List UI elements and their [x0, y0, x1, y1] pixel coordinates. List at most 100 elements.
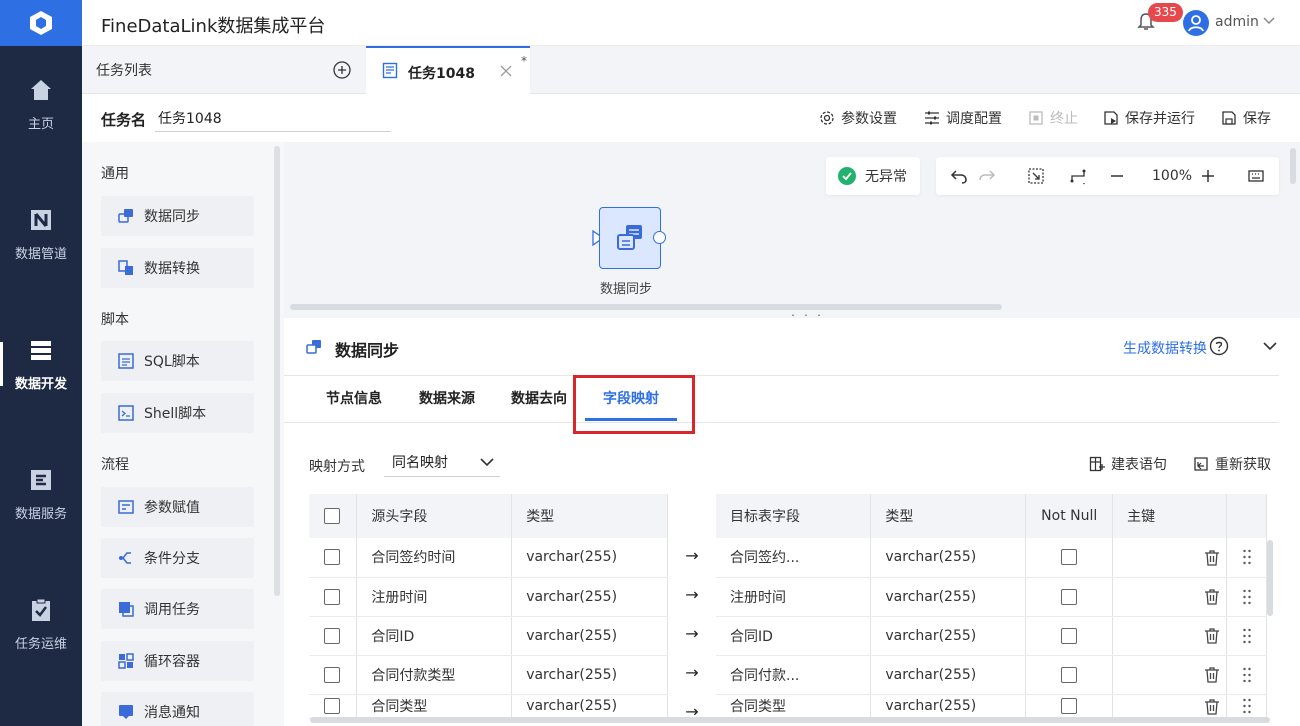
- target-type[interactable]: varchar(255): [870, 655, 1027, 695]
- chevron-down-icon[interactable]: [480, 458, 494, 467]
- zoom-out-icon[interactable]: [1108, 167, 1126, 185]
- table-row[interactable]: 合同付款... varchar(255): [716, 655, 1267, 695]
- drag-handle-icon[interactable]: [1242, 667, 1252, 683]
- table-v-scrollbar[interactable]: [1267, 540, 1273, 616]
- target-field[interactable]: 合同类型: [716, 694, 872, 719]
- data-sync-node[interactable]: [599, 207, 661, 269]
- table-row[interactable]: 合同付款类型 varchar(255): [309, 655, 668, 695]
- canvas-h-scrollbar[interactable]: [290, 304, 1002, 310]
- fit-view-icon[interactable]: [1027, 167, 1045, 185]
- palette-item-notification[interactable]: 消息通知: [101, 692, 254, 726]
- tab-task-1048[interactable]: 任务1048 *: [366, 46, 530, 94]
- plus-circle-icon[interactable]: [333, 61, 351, 79]
- palette-scrollbar[interactable]: [274, 146, 280, 596]
- chevron-down-icon[interactable]: [1262, 339, 1278, 353]
- target-type[interactable]: varchar(255): [870, 577, 1027, 617]
- table-row[interactable]: 合同ID varchar(255): [716, 616, 1267, 656]
- trash-icon[interactable]: [1204, 627, 1220, 644]
- keyboard-icon[interactable]: [1247, 167, 1265, 185]
- table-row[interactable]: 合同签约... varchar(255): [716, 538, 1267, 578]
- tab-node-info[interactable]: 节点信息: [326, 388, 382, 408]
- palette-item-condition[interactable]: 条件分支: [101, 538, 254, 578]
- table-row[interactable]: 合同类型 varchar(255): [309, 694, 668, 719]
- drag-handle-icon[interactable]: [1242, 589, 1252, 605]
- target-type[interactable]: varchar(255): [870, 616, 1027, 656]
- nav-item-home[interactable]: 主页: [0, 54, 82, 154]
- not-null-cell: [1025, 538, 1114, 578]
- flow-canvas[interactable]: 无异常 100% 数据同步 ⋮⋮⋮: [284, 142, 1300, 326]
- create-table-sql-button[interactable]: 建表语句: [1089, 454, 1167, 474]
- tab-task-list[interactable]: 任务列表: [82, 46, 366, 94]
- palette-item-data-transform[interactable]: 数据转换: [101, 248, 254, 288]
- not-null-checkbox[interactable]: [1061, 666, 1078, 683]
- palette-item-call-task[interactable]: 调用任务: [101, 589, 254, 629]
- trash-icon[interactable]: [1204, 698, 1220, 715]
- target-field[interactable]: 注册时间: [716, 577, 872, 617]
- redo-icon[interactable]: [978, 167, 996, 185]
- trash-icon[interactable]: [1204, 549, 1220, 566]
- not-null-checkbox[interactable]: [1061, 549, 1078, 566]
- canvas-v-scrollbar[interactable]: [1290, 148, 1296, 184]
- node-output-port[interactable]: [653, 231, 666, 244]
- palette-item-sql-script[interactable]: SQL脚本: [101, 341, 254, 381]
- app-logo[interactable]: [0, 0, 82, 46]
- params-button[interactable]: 参数设置: [819, 108, 897, 128]
- nav-item-ops[interactable]: 任务运维: [0, 574, 82, 674]
- target-type[interactable]: varchar(255): [870, 694, 1027, 719]
- param-assign-icon: [118, 500, 134, 514]
- zoom-in-icon[interactable]: [1199, 167, 1217, 185]
- palette-item-loop[interactable]: 循环容器: [101, 641, 254, 681]
- table-row[interactable]: 注册时间 varchar(255): [716, 577, 1267, 617]
- generate-transform-link[interactable]: 生成数据转换: [1123, 338, 1207, 358]
- drag-handle-icon[interactable]: [1242, 698, 1252, 714]
- trash-icon[interactable]: [1204, 588, 1220, 605]
- trash-icon[interactable]: [1204, 666, 1220, 683]
- nav-item-dev[interactable]: 数据开发: [0, 314, 82, 414]
- table-row[interactable]: 合同类型 varchar(255): [716, 694, 1267, 719]
- table-row[interactable]: 合同签约时间 varchar(255): [309, 538, 668, 578]
- table-row[interactable]: 合同ID varchar(255): [309, 616, 668, 656]
- stop-icon: [1029, 111, 1043, 125]
- table-h-scrollbar[interactable]: [310, 717, 1270, 723]
- drag-handle-icon[interactable]: [1242, 549, 1252, 565]
- data-sync-icon: [306, 340, 321, 354]
- not-null-checkbox[interactable]: [1061, 698, 1078, 714]
- nav-item-pipeline[interactable]: 数据管道: [0, 184, 82, 284]
- line-style-icon[interactable]: [1069, 167, 1087, 185]
- not-null-checkbox[interactable]: [1061, 627, 1078, 644]
- target-field[interactable]: 合同ID: [716, 616, 872, 656]
- target-field[interactable]: 合同签约...: [716, 538, 872, 578]
- stop-button[interactable]: 终止: [1028, 108, 1078, 128]
- task-name-input[interactable]: [155, 104, 391, 132]
- palette-item-param-assign[interactable]: 参数赋值: [101, 487, 254, 527]
- tab-data-source[interactable]: 数据来源: [419, 388, 475, 408]
- data-transform-icon: [118, 260, 133, 275]
- mapping-arrow: →: [685, 585, 699, 604]
- select-all-checkbox[interactable]: [324, 508, 340, 524]
- tab-data-target[interactable]: 数据去向: [511, 388, 567, 408]
- save-button[interactable]: 保存: [1221, 108, 1271, 128]
- chevron-down-icon[interactable]: [1262, 16, 1276, 26]
- table-row[interactable]: 注册时间 varchar(255): [309, 577, 668, 617]
- row-checkbox[interactable]: [324, 588, 340, 605]
- user-name[interactable]: admin: [1215, 14, 1259, 30]
- row-checkbox[interactable]: [324, 549, 340, 566]
- row-checkbox[interactable]: [324, 627, 340, 644]
- target-type[interactable]: varchar(255): [870, 538, 1027, 578]
- schedule-button[interactable]: 调度配置: [924, 108, 1002, 128]
- tab-label: 任务列表: [96, 63, 152, 79]
- not-null-checkbox[interactable]: [1061, 588, 1078, 605]
- avatar[interactable]: [1183, 10, 1209, 36]
- row-checkbox[interactable]: [324, 666, 340, 683]
- close-icon[interactable]: [500, 65, 512, 77]
- undo-icon[interactable]: [950, 167, 968, 185]
- save-run-button[interactable]: 保存并运行: [1103, 108, 1195, 128]
- target-field[interactable]: 合同付款...: [716, 655, 872, 695]
- palette-item-shell-script[interactable]: Shell脚本: [101, 393, 254, 433]
- nav-item-service[interactable]: 数据服务: [0, 444, 82, 544]
- drag-handle-icon[interactable]: [1242, 628, 1252, 644]
- palette-item-data-sync[interactable]: 数据同步: [101, 196, 254, 236]
- row-checkbox[interactable]: [324, 698, 340, 714]
- refetch-button[interactable]: 重新获取: [1193, 454, 1271, 474]
- help-icon[interactable]: [1209, 336, 1229, 356]
